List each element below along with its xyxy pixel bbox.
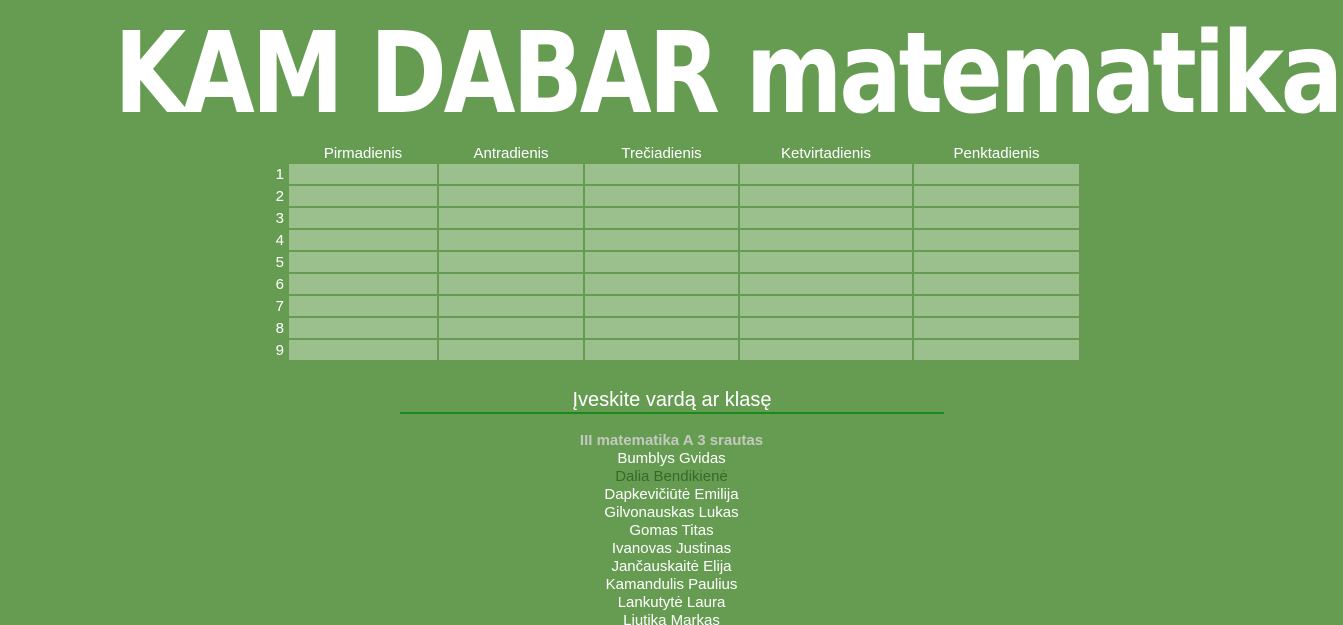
timetable-cell-friday: [914, 296, 1079, 316]
timetable-row: 8: [266, 318, 1079, 338]
timetable-cell-friday: [914, 252, 1079, 272]
period-number: 5: [275, 253, 284, 271]
timetable-cell-wednesday: [585, 318, 738, 338]
timetable-cell-thursday: [740, 340, 912, 360]
timetable-cell-wednesday: [585, 164, 738, 184]
result-item[interactable]: Liutika Markas: [0, 612, 1343, 625]
timetable-row: 3: [266, 208, 1079, 228]
timetable-cell-monday: [289, 208, 437, 228]
timetable-cell-tuesday: [439, 296, 583, 316]
timetable-cell-monday: [289, 230, 437, 250]
timetable-cell-monday: [289, 186, 437, 206]
timetable-cell-tuesday: [439, 230, 583, 250]
timetable-cell-tuesday: [439, 340, 583, 360]
timetable-cell-friday: [914, 164, 1079, 184]
period-number: 2: [275, 187, 284, 205]
period-number: 6: [275, 275, 284, 293]
page-title: KAM DABAR matematika?: [114, 9, 1343, 139]
period-number: 8: [275, 319, 284, 337]
timetable-cell-thursday: [740, 164, 912, 184]
timetable-cell-thursday: [740, 318, 912, 338]
timetable-row: 1: [266, 164, 1079, 184]
timetable-cell-monday: [289, 340, 437, 360]
day-header-friday: Penktadienis: [953, 144, 1040, 162]
results-list: III matematika A 3 srautas Bumblys Gvida…: [0, 432, 1343, 625]
timetable-cell-thursday: [740, 252, 912, 272]
period-number: 9: [275, 341, 284, 359]
timetable-cell-monday: [289, 164, 437, 184]
timetable-cell-tuesday: [439, 208, 583, 228]
timetable-row: 5: [266, 252, 1079, 272]
timetable-cell-friday: [914, 340, 1079, 360]
timetable-cell-monday: [289, 296, 437, 316]
timetable-cell-wednesday: [585, 208, 738, 228]
page: KAM DABAR matematika? Pirmadienis Antrad…: [0, 0, 1343, 625]
timetable-cell-wednesday: [585, 296, 738, 316]
timetable-cell-monday: [289, 274, 437, 294]
timetable-row: 4: [266, 230, 1079, 250]
timetable-row: 9: [266, 340, 1079, 360]
timetable-cell-tuesday: [439, 186, 583, 206]
timetable-cell-wednesday: [585, 340, 738, 360]
period-number: 4: [275, 231, 284, 249]
timetable-row: 7: [266, 296, 1079, 316]
result-item[interactable]: Kamandulis Paulius: [0, 576, 1343, 594]
timetable-cell-thursday: [740, 230, 912, 250]
timetable-cell-wednesday: [585, 186, 738, 206]
results-group-header: III matematika A 3 srautas: [579, 432, 764, 449]
timetable-cell-wednesday: [585, 252, 738, 272]
day-header-tuesday: Antradienis: [473, 144, 549, 162]
day-header-wednesday: Trečiadienis: [621, 144, 702, 162]
search-input[interactable]: [400, 388, 944, 414]
day-header-thursday: Ketvirtadienis: [780, 144, 872, 162]
day-header-monday: Pirmadienis: [323, 144, 403, 162]
timetable-cell-wednesday: [585, 230, 738, 250]
search-container: [400, 388, 944, 414]
timetable-cell-wednesday: [585, 274, 738, 294]
timetable-row: 2: [266, 186, 1079, 206]
result-item[interactable]: Gomas Titas: [0, 522, 1343, 540]
timetable-cell-monday: [289, 252, 437, 272]
timetable-cell-thursday: [740, 186, 912, 206]
timetable-cell-tuesday: [439, 318, 583, 338]
timetable-cell-thursday: [740, 208, 912, 228]
timetable-cell-friday: [914, 318, 1079, 338]
timetable-cell-tuesday: [439, 274, 583, 294]
timetable-corner: [266, 144, 287, 162]
result-item[interactable]: Dapkevičiūtė Emilija: [0, 486, 1343, 504]
timetable-header-row: Pirmadienis Antradienis Trečiadienis Ket…: [266, 144, 1079, 162]
timetable-cell-friday: [914, 208, 1079, 228]
period-number: 1: [275, 165, 284, 183]
timetable-cell-friday: [914, 186, 1079, 206]
timetable-cell-monday: [289, 318, 437, 338]
timetable-cell-friday: [914, 230, 1079, 250]
result-item-teacher[interactable]: Dalia Bendikienė: [0, 468, 1343, 486]
result-item[interactable]: Bumblys Gvidas: [0, 450, 1343, 468]
timetable: Pirmadienis Antradienis Trečiadienis Ket…: [264, 142, 1081, 362]
result-item[interactable]: Jančauskaitė Elija: [0, 558, 1343, 576]
result-item[interactable]: Ivanovas Justinas: [0, 540, 1343, 558]
timetable-cell-tuesday: [439, 164, 583, 184]
timetable-cell-thursday: [740, 296, 912, 316]
period-number: 7: [275, 297, 284, 315]
timetable-row: 6: [266, 274, 1079, 294]
timetable-cell-tuesday: [439, 252, 583, 272]
result-item[interactable]: Gilvonauskas Lukas: [0, 504, 1343, 522]
period-number: 3: [275, 209, 284, 227]
timetable-cell-friday: [914, 274, 1079, 294]
result-item[interactable]: Lankutytė Laura: [0, 594, 1343, 612]
timetable-cell-thursday: [740, 274, 912, 294]
